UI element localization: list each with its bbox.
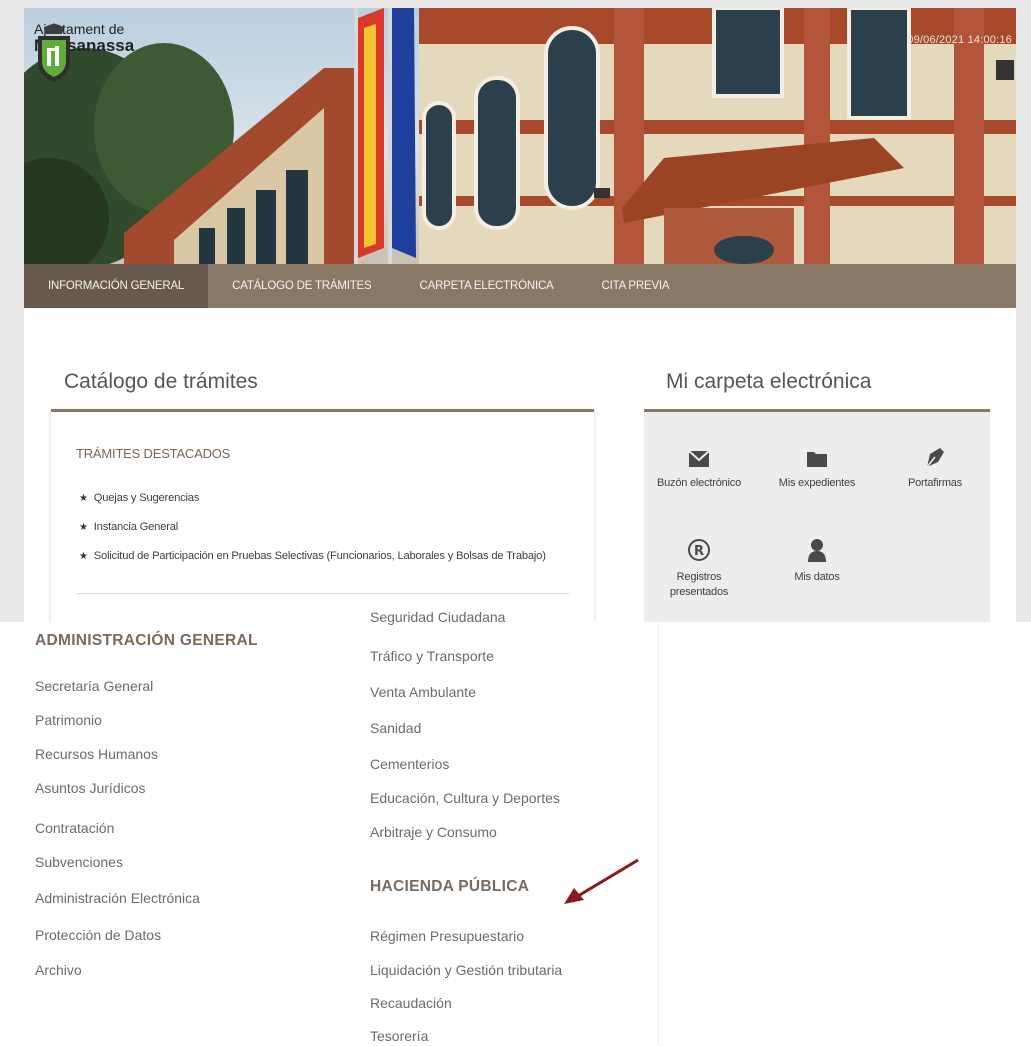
list-item[interactable]: Tráfico y Transporte [370,648,494,664]
registered-icon: R [688,539,710,561]
carpeta-title: Mi carpeta electrónica [666,370,872,393]
tramite-item[interactable]: ★ Instancia General [79,521,178,533]
list-item[interactable]: Contratación [35,820,114,836]
tile-buzon-electronico[interactable]: Buzón electrónico [644,450,754,491]
list-item[interactable]: Patrimonio [35,712,102,728]
tile-portafirmas[interactable]: Portafirmas [880,446,990,491]
envelope-icon [688,450,710,467]
tile-mis-expedientes[interactable]: Mis expedientes [762,450,872,491]
portal-page: Ajuntament de Massanassa 09/06/2021 14:0… [24,8,1016,622]
tramite-item[interactable]: ★ Solicitud de Participación en Pruebas … [79,550,546,562]
building-illustration [24,8,1016,264]
tile-registros-presentados[interactable]: R Registros presentados [644,538,754,600]
procedure-category-listing: Seguridad Ciudadana ADMINISTRACIÓN GENER… [14,609,659,1046]
list-item[interactable]: Asuntos Jurídicos [35,780,146,796]
nav-item-catalogo-tramites[interactable]: CATÁLOGO DE TRÁMITES [208,264,395,308]
list-item[interactable]: Venta Ambulante [370,684,476,700]
list-item[interactable]: Secretaría General [35,678,153,694]
tramite-item[interactable]: ★ Quejas y Sugerencias [79,492,199,504]
list-item[interactable]: Subvenciones [35,854,123,870]
list-item-partial[interactable]: Seguridad Ciudadana [370,609,505,625]
tile-label: Mis datos [794,571,840,583]
tile-label: Portafirmas [907,477,963,489]
annotation-arrow-icon [564,858,639,904]
carpeta-panel: Buzón electrónico Mis expedientes Portaf… [644,409,990,622]
list-item[interactable]: Recursos Humanos [35,746,158,762]
user-icon [808,539,826,562]
nav-item-carpeta-electronica[interactable]: CARPETA ELECTRÓNICA [396,264,578,308]
list-item-regimen-presupuestario[interactable]: Régimen Presupuestario [370,928,524,944]
nav-item-informacion-general[interactable]: INFORMACIÓN GENERAL [24,264,209,308]
coat-of-arms-icon [38,23,70,82]
star-icon: ★ [79,521,88,533]
list-item[interactable]: Educación, Cultura y Deportes [370,790,560,806]
star-icon: ★ [79,492,88,504]
svg-text:R: R [694,544,704,559]
catalog-panel: TRÁMITES DESTACADOS ★ Quejas y Sugerenci… [51,409,594,622]
list-item[interactable]: Sanidad [370,720,421,736]
list-item[interactable]: Administración Electrónica [35,890,200,906]
heading-administracion-general: ADMINISTRACIÓN GENERAL [35,632,258,649]
tramites-destacados-heading: TRÁMITES DESTACADOS [76,446,231,461]
list-item[interactable]: Protección de Datos [35,927,161,943]
tramite-label: Instancia General [93,521,179,533]
nav-item-cita-previa[interactable]: CITA PREVIA [578,264,694,308]
heading-hacienda-publica: HACIENDA PÚBLICA [370,878,530,895]
main-navigation: INFORMACIÓN GENERAL CATÁLOGO DE TRÁMITES… [24,264,1016,308]
star-icon: ★ [79,550,88,562]
tile-label: Mis expedientes [778,477,856,489]
list-item[interactable]: Arbitraje y Consumo [370,824,497,840]
list-item[interactable]: Recaudación [370,995,452,1011]
tile-mis-datos[interactable]: Mis datos [762,538,872,585]
catalog-title: Catálogo de trámites [64,370,258,393]
pen-nib-icon [926,448,944,468]
hero-banner: Ajuntament de Massanassa 09/06/2021 14:0… [24,8,1016,264]
tramite-label: Solicitud de Participación en Pruebas Se… [93,550,546,562]
tramite-label: Quejas y Sugerencias [93,492,200,504]
portal-screenshot: Ajuntament de Massanassa 09/06/2021 14:0… [0,0,1031,622]
municipal-logo[interactable]: Ajuntament de Massanassa [34,22,134,82]
listing-screenshot: Seguridad Ciudadana ADMINISTRACIÓN GENER… [0,609,1031,1046]
list-item[interactable]: Tesorería [370,1028,428,1044]
list-item[interactable]: Liquidación y Gestión tributaria [370,962,562,978]
list-item[interactable]: Cementerios [370,756,449,772]
tile-label: Buzón electrónico [656,477,742,489]
panel-divider [76,593,569,594]
list-item[interactable]: Archivo [35,962,82,978]
datetime-display: 09/06/2021 14:00:16 [907,34,1012,46]
tile-label: Registros presentados [669,571,729,598]
folder-icon [807,452,827,467]
